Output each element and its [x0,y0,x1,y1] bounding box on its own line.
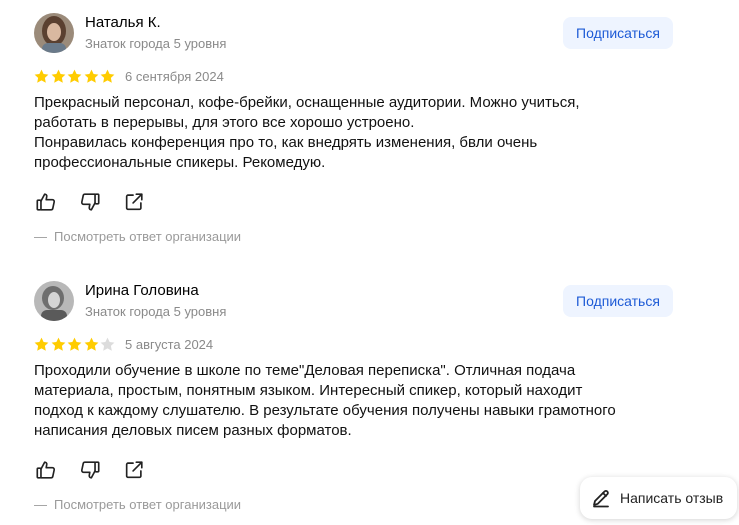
review-paragraph: Проходили обучение в школе по теме"Делов… [34,362,616,439]
star-icon [84,69,98,83]
review-text: Проходили обучение в школе по теме"Делов… [34,361,634,441]
pencil-icon [593,490,609,508]
review-actions [34,458,166,482]
star-icon [34,69,49,83]
author-name[interactable]: Наталья К. [85,14,161,31]
review-date: 6 сентября 2024 [125,69,224,84]
org-reply-link[interactable]: — Посмотреть ответ организации [34,497,241,512]
thumbs-down-icon [80,461,100,479]
avatar[interactable] [34,281,74,321]
org-reply-dash: — [34,497,47,512]
org-reply-label: Посмотреть ответ организации [54,497,242,512]
share-icon [125,461,143,479]
star-icon [51,337,65,351]
share-button[interactable] [122,190,146,214]
review-paragraph: Прекрасный персонал, кофе-брейки, оснаще… [34,94,580,131]
review-date: 5 августа 2024 [125,337,214,352]
star-icon [100,337,115,351]
rating-stars [34,68,117,84]
star-icon [100,69,115,83]
write-review-button[interactable]: Написать отзыв [580,477,737,519]
author-name[interactable]: Ирина Головина [85,282,199,299]
dislike-button[interactable] [78,190,102,214]
avatar[interactable] [34,13,74,53]
review-paragraph: Понравилась конференция про то, как внед… [34,134,538,171]
thumbs-down-icon [80,193,100,211]
reviews-page: Наталья К. Знаток города 5 уровня Подпис… [0,0,739,525]
org-reply-dash: — [34,229,47,244]
review-text: Прекрасный персонал, кофе-брейки, оснаще… [34,93,634,173]
share-button[interactable] [122,458,146,482]
star-icon [84,337,98,351]
dislike-button[interactable] [78,458,102,482]
subscribe-button[interactable]: Подписаться [563,17,673,49]
like-button[interactable] [34,190,58,214]
star-icon [67,69,82,83]
review-actions [34,190,166,214]
subscribe-button[interactable]: Подписаться [563,285,673,317]
like-button[interactable] [34,458,58,482]
org-reply-link[interactable]: — Посмотреть ответ организации [34,229,241,244]
star-icon [67,337,82,351]
write-review-label: Написать отзыв [620,490,724,506]
share-icon [125,193,143,211]
author-level: Знаток города 5 уровня [85,36,227,51]
thumbs-up-icon [36,461,56,479]
thumbs-up-icon [36,193,56,211]
org-reply-label: Посмотреть ответ организации [54,229,242,244]
rating-stars [34,336,117,352]
star-icon [34,337,49,351]
author-level: Знаток города 5 уровня [85,304,227,319]
star-icon [51,69,65,83]
